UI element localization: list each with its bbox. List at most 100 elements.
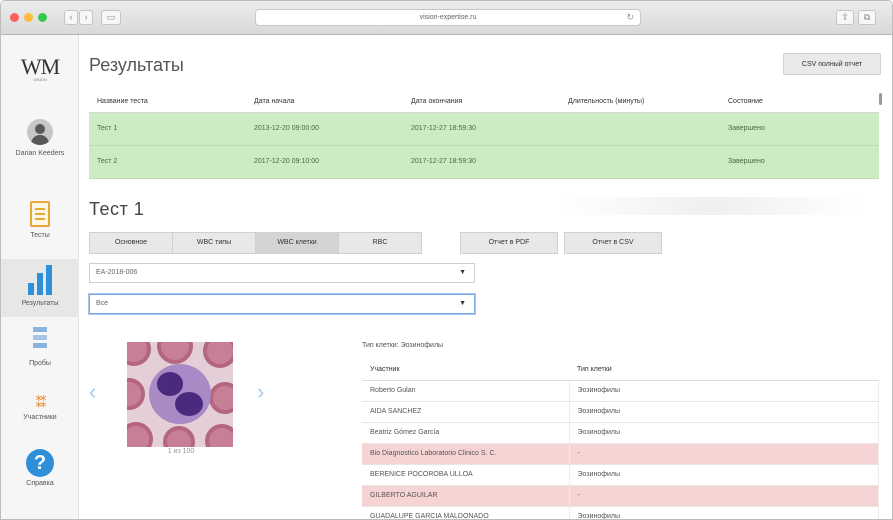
table-header-row: Название теста Дата начала Дата окончани… — [89, 92, 879, 113]
column-header[interactable]: Тип клетки — [569, 360, 879, 381]
table-row[interactable]: Тест 2 2017-12-20 09:10:00 2017-12-27 18… — [89, 145, 879, 179]
participant-name: Roberto Gulan — [362, 380, 570, 402]
participant-name: GILBERTO AGUILAR — [362, 485, 570, 507]
user-profile[interactable]: Darian Keeders — [1, 119, 79, 171]
participant-cell-type: Эозинофилы — [569, 380, 879, 402]
sample-select[interactable]: EA-2018-006 ▼ — [89, 263, 475, 283]
sidebar-item-help[interactable]: ? Справка — [1, 449, 79, 501]
logo-subtitle: VISION — [33, 77, 47, 82]
people-icon: ⁑⁑ — [35, 395, 47, 410]
participant-cell-type: Эозинофилы — [569, 422, 879, 444]
column-header[interactable]: Состояние — [720, 92, 879, 113]
table-row[interactable]: AIDA SANCHEZ Эозинофилы — [362, 401, 879, 423]
help-icon: ? — [26, 449, 54, 477]
table-row[interactable]: GUADALUPE GARCIA MALDONADO Эозинофилы — [362, 506, 879, 519]
cell-image — [127, 342, 233, 447]
blurred-banner — [561, 197, 861, 215]
results-table: Название теста Дата начала Дата окончани… — [89, 92, 879, 179]
test-title: Тест 1 — [89, 199, 145, 219]
prev-image-icon[interactable]: ‹ — [89, 379, 96, 405]
column-header[interactable]: Название теста — [89, 92, 246, 113]
column-header[interactable]: Дата окончания — [403, 92, 560, 113]
report-csv-button[interactable]: Отчет в CSV — [564, 232, 662, 254]
participant-cell-type: - — [569, 485, 879, 507]
sidebar-toggle-icon[interactable]: ▭ — [101, 10, 121, 25]
table-row[interactable]: GILBERTO AGUILAR - — [362, 485, 879, 507]
end-date-cell: 2017-12-27 18:59:30 — [403, 112, 560, 146]
chevron-down-icon: ▼ — [459, 269, 466, 276]
column-header[interactable]: Участник — [362, 360, 569, 381]
column-header[interactable]: Дата начала — [246, 92, 403, 113]
reload-icon[interactable]: ↻ — [626, 10, 634, 25]
report-pdf-button[interactable]: Отчет в PDF — [460, 232, 558, 254]
table-row[interactable]: Bio Diagnostico Laboratorio Clinico S. C… — [362, 443, 879, 465]
test-name-cell: Тест 2 — [89, 145, 246, 179]
browser-toolbar: ‹ › ▭ vision-expertise.ru ↻ ⇧ ⧉ — [1, 1, 892, 35]
table-header-row: Участник Тип клетки — [362, 360, 879, 381]
sidebar-item-tests[interactable]: Тесты — [1, 201, 79, 251]
participant-cell-type: Эозинофилы — [569, 401, 879, 423]
tab-rbc[interactable]: RBC — [338, 232, 422, 254]
test-name-cell: Тест 1 — [89, 112, 246, 146]
sidebar-item-results[interactable]: Результаты — [1, 259, 79, 317]
logo: WM — [20, 54, 60, 79]
sidebar-item-label: Пробы — [29, 360, 51, 367]
chevron-down-icon: ▼ — [459, 300, 466, 307]
next-image-icon[interactable]: › — [257, 379, 264, 405]
avatar — [27, 119, 53, 145]
start-date-cell: 2013-12-20 09:00:00 — [246, 112, 403, 146]
table-row[interactable]: Тест 1 2013-12-20 09:00:00 2017-12-27 18… — [89, 112, 879, 146]
participant-name: AIDA SANCHEZ — [362, 401, 570, 423]
end-date-cell: 2017-12-27 18:59:30 — [403, 145, 560, 179]
cell-type-label: Тип клетки: Эозинофилы — [362, 342, 444, 349]
address-url: vision-expertise.ru — [419, 14, 477, 21]
share-icon[interactable]: ⇧ — [836, 10, 854, 25]
status-cell: Завершено — [720, 112, 879, 146]
participant-name: GUADALUPE GARCIA MALDONADO — [362, 506, 570, 519]
sidebar-item-label: Результаты — [21, 300, 59, 307]
participant-name: Beatriz Gómez García — [362, 422, 570, 444]
table-row[interactable]: Beatriz Gómez García Эозинофилы — [362, 422, 879, 444]
sidebar-item-participants[interactable]: ⁑⁑ Участники — [1, 395, 79, 435]
status-cell: Завершено — [720, 145, 879, 179]
duration-cell — [560, 112, 720, 146]
maximize-window-icon[interactable] — [38, 13, 47, 22]
tab-wbc-cells[interactable]: WBC клетки — [255, 232, 339, 254]
csv-full-report-button[interactable]: CSV полный отчет — [783, 53, 881, 75]
start-date-cell: 2017-12-20 09:10:00 — [246, 145, 403, 179]
table-row[interactable]: Roberto Gulan Эозинофилы — [362, 380, 879, 402]
participant-cell-type: - — [569, 443, 879, 465]
participant-cell-type: Эозинофилы — [569, 464, 879, 486]
duration-cell — [560, 145, 720, 179]
sample-select-value: EA-2018-006 — [96, 269, 138, 276]
column-header[interactable]: Длительность (минуты) — [560, 92, 720, 113]
bar-chart-icon — [27, 265, 53, 295]
sidebar-item-label: Тесты — [30, 232, 50, 239]
close-window-icon[interactable] — [10, 13, 19, 22]
samples-icon — [33, 327, 47, 355]
tabs-icon[interactable]: ⧉ — [858, 10, 876, 25]
address-bar[interactable]: vision-expertise.ru ↻ — [255, 9, 641, 26]
sidebar-item-label: Справка — [26, 480, 54, 487]
scrollbar[interactable] — [879, 93, 882, 105]
page-title: Результаты — [89, 55, 184, 75]
user-name: Darian Keeders — [15, 150, 65, 157]
forward-icon[interactable]: › — [79, 10, 93, 25]
back-icon[interactable]: ‹ — [64, 10, 78, 25]
browser-window: ‹ › ▭ vision-expertise.ru ↻ ⇧ ⧉ WM VISIO… — [0, 0, 893, 520]
tab-general[interactable]: Основное — [89, 232, 173, 254]
minimize-window-icon[interactable] — [24, 13, 33, 22]
filter-select[interactable]: Все ▼ — [89, 294, 475, 314]
participant-name: Bio Diagnostico Laboratorio Clinico S. C… — [362, 443, 570, 465]
sidebar-item-label: Участники — [23, 414, 57, 421]
table-row[interactable]: BERENICE POCOROBA ULLOA Эозинофилы — [362, 464, 879, 486]
sidebar-item-samples[interactable]: Пробы — [1, 327, 79, 375]
tab-wbc-types[interactable]: WBC типы — [172, 232, 256, 254]
filter-select-value: Все — [96, 300, 109, 307]
sidebar: WM VISION Darian Keeders Тесты Результат… — [1, 35, 79, 519]
participant-name: BERENICE POCOROBA ULLOA — [362, 464, 570, 486]
participant-cell-type: Эозинофилы — [569, 506, 879, 519]
participants-table: Участник Тип клетки Roberto Gulan Эозино… — [362, 360, 879, 519]
image-counter: 1 из 100 — [167, 448, 195, 455]
document-icon — [30, 201, 50, 227]
